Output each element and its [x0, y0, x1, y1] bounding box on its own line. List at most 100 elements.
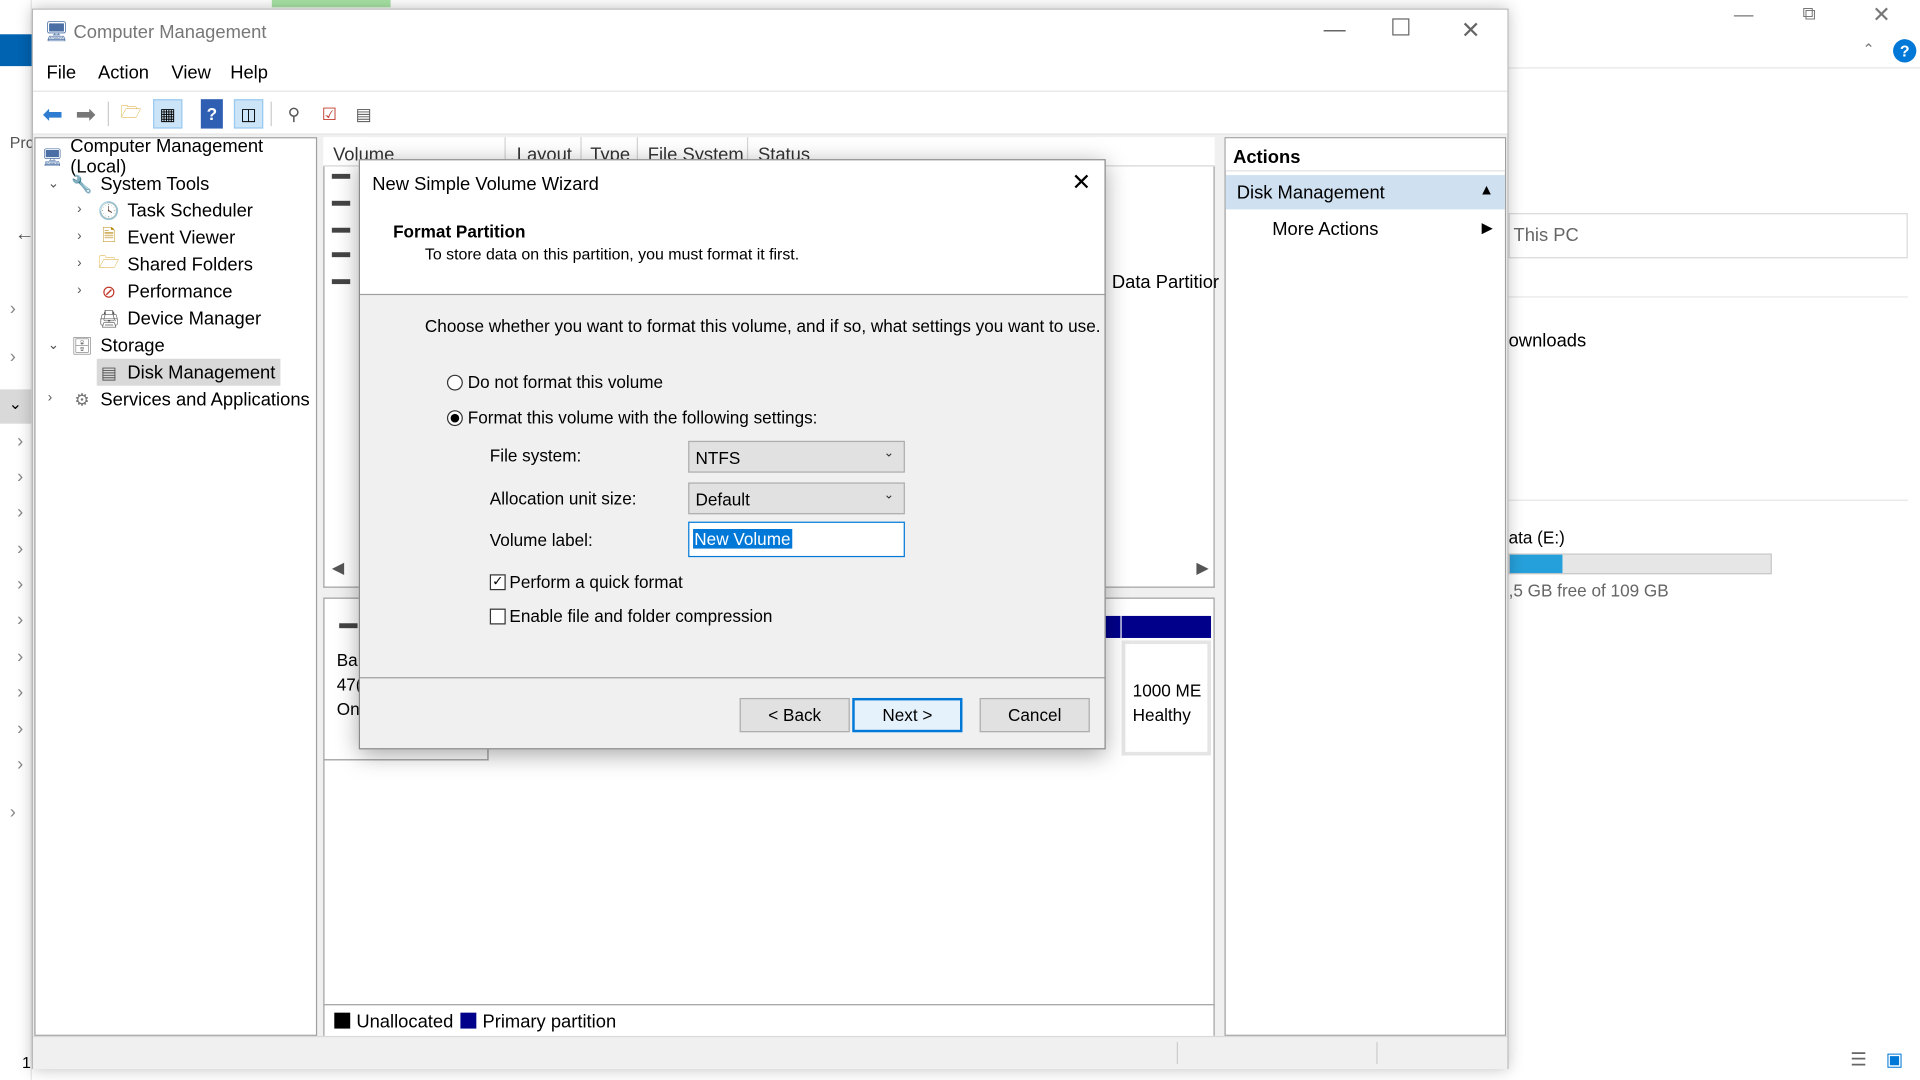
restore-icon[interactable]: ⧉	[1802, 4, 1815, 25]
volume-row-icon[interactable]	[331, 200, 351, 206]
status-divider	[1376, 1042, 1378, 1065]
radio-do-not-format-label[interactable]: Do not format this volume	[468, 372, 663, 392]
back-arrow-icon[interactable]: ⬅	[38, 99, 67, 128]
allocation-unit-select[interactable]: Default ⌄	[688, 482, 905, 515]
nav-chevron-icon[interactable]: ›	[17, 610, 23, 631]
chevron-down-icon[interactable]: ⌄	[48, 175, 59, 191]
nav-chevron-icon[interactable]: ›	[10, 347, 16, 368]
background-address-bar[interactable]: This PC	[1508, 213, 1908, 259]
scroll-left-icon[interactable]: ◀	[332, 558, 344, 578]
nav-chevron-icon[interactable]: ›	[17, 719, 23, 740]
file-system-select[interactable]: NTFS ⌄	[688, 440, 905, 473]
tree-item-label: Event Viewer	[127, 227, 236, 248]
tree-item-system-tools[interactable]: 🔧 System Tools	[70, 170, 209, 197]
menu-action[interactable]: Action	[98, 62, 149, 83]
details-view-icon[interactable]: ☰	[1850, 1048, 1866, 1070]
forward-arrow-icon[interactable]: ➡	[71, 99, 100, 128]
help-icon[interactable]: ?	[200, 99, 223, 129]
cancel-button[interactable]: Cancel	[979, 697, 1090, 733]
volume-label-input[interactable]: New Volume	[688, 521, 905, 558]
nav-chevron-icon[interactable]: ›	[17, 502, 23, 523]
next-button[interactable]: Next >	[852, 697, 963, 733]
partition-box[interactable]: 1000 ME Healthy	[1121, 640, 1212, 756]
chevron-up-icon[interactable]: ⌃	[1862, 40, 1874, 57]
chevron-right-icon[interactable]: ›	[48, 391, 52, 406]
drive-label[interactable]: ata (E:)	[1509, 528, 1565, 548]
disk-icon: ▤	[100, 361, 118, 382]
back-button[interactable]: < Back	[739, 697, 850, 733]
menu-help[interactable]: Help	[230, 62, 268, 83]
minimize-icon[interactable]: —	[1734, 5, 1754, 27]
compression-checkbox[interactable]	[489, 608, 506, 625]
tree-item-task-scheduler[interactable]: 🕓 Task Scheduler	[97, 197, 253, 224]
tree-item-label: Storage	[100, 334, 165, 356]
chevron-right-icon[interactable]: ›	[77, 256, 81, 271]
radio-do-not-format[interactable]	[446, 374, 463, 391]
tree-item-root[interactable]: 🖥 Computer Management (Local)	[40, 136, 316, 178]
drive-free-text: ,5 GB free of 109 GB	[1508, 580, 1669, 601]
drive-usage-fill	[1509, 554, 1562, 574]
tree-item-services[interactable]: ⚙ Services and Applications	[70, 386, 309, 413]
primary-partition-swatch	[460, 1012, 477, 1029]
maximize-icon[interactable]	[1392, 18, 1410, 36]
connect-drive-icon[interactable]: ⚲	[279, 99, 308, 128]
nav-chevron-icon[interactable]: ›	[17, 647, 23, 668]
up-folder-icon[interactable]: 🗁	[116, 99, 145, 128]
menu-file[interactable]: File	[47, 62, 77, 83]
tree-item-device-manager[interactable]: 🖨 Device Manager	[97, 305, 261, 332]
show-action-pane-icon[interactable]: ◫	[233, 99, 264, 129]
radio-format[interactable]	[446, 410, 463, 427]
tree-item-event-viewer[interactable]: 🗎 Event Viewer	[97, 224, 236, 251]
volume-row-icon[interactable]	[331, 252, 351, 258]
compression-label[interactable]: Enable file and folder compression	[509, 606, 772, 626]
radio-format-label[interactable]: Format this volume with the following se…	[468, 408, 818, 428]
computer-management-icon: 🖥	[44, 22, 69, 43]
quick-format-label[interactable]: Perform a quick format	[509, 572, 682, 592]
chevron-right-icon[interactable]: ›	[77, 283, 81, 298]
background-folder-label[interactable]: ownloads	[1509, 331, 1587, 352]
checklist-icon[interactable]: ☑	[315, 99, 344, 128]
menu-view[interactable]: View	[171, 62, 210, 83]
tiles-view-icon[interactable]: ▣	[1886, 1048, 1903, 1070]
actions-section-disk-management[interactable]: Disk Management ▲	[1225, 175, 1505, 210]
nav-chevron-icon[interactable]: ›	[17, 467, 23, 488]
background-partial-text: Prc	[9, 133, 34, 152]
toolbar-separator	[107, 101, 109, 127]
nav-selected-item[interactable]: ⌄	[0, 389, 32, 424]
chevron-down-icon: ⌄	[8, 394, 22, 413]
help-icon[interactable]: ?	[1893, 39, 1917, 63]
partition-header	[1121, 615, 1212, 638]
nav-chevron-icon[interactable]: ›	[17, 754, 23, 775]
file-system-label: File system:	[489, 445, 582, 466]
nav-chevron-icon[interactable]: ›	[17, 431, 23, 452]
close-icon[interactable]: ✕	[1071, 169, 1090, 197]
nav-chevron-icon[interactable]: ›	[17, 682, 23, 703]
chevron-right-icon[interactable]: ›	[77, 229, 81, 244]
volume-label-label: Volume label:	[489, 530, 593, 550]
volume-row-icon[interactable]	[331, 173, 351, 179]
toolbar: ⬅ ➡ 🗁 ▦ ? ◫ ⚲ ☑ ▤	[33, 90, 1508, 135]
properties-icon[interactable]: ▤	[349, 99, 378, 128]
quick-format-checkbox[interactable]: ✓	[489, 574, 506, 591]
close-icon[interactable]: ✕	[1872, 2, 1890, 28]
chevron-right-icon[interactable]: ›	[77, 202, 81, 217]
volume-row-icon[interactable]	[331, 227, 351, 233]
toolbar-separator	[270, 101, 272, 127]
close-icon[interactable]: ✕	[1461, 17, 1480, 45]
volume-row-icon[interactable]	[331, 279, 351, 285]
nav-chevron-icon[interactable]: ›	[10, 299, 16, 320]
tree-item-disk-management[interactable]: ▤ Disk Management	[96, 358, 281, 386]
chevron-down-icon[interactable]: ⌄	[48, 337, 59, 353]
tree-item-shared-folders[interactable]: 🗁 Shared Folders	[97, 251, 253, 278]
minimize-icon[interactable]: —	[1324, 17, 1346, 43]
show-hide-tree-icon[interactable]: ▦	[153, 99, 183, 129]
nav-chevron-icon[interactable]: ›	[17, 574, 23, 595]
nav-chevron-icon[interactable]: ›	[17, 539, 23, 560]
nav-chevron-icon[interactable]: ›	[10, 802, 16, 823]
title-bar[interactable]: 🖥 Computer Management — ✕	[33, 9, 1508, 57]
scroll-right-icon[interactable]: ▶	[1196, 558, 1208, 578]
actions-section-label: Disk Management	[1236, 182, 1385, 204]
tree-item-performance[interactable]: ⊘ Performance	[97, 278, 233, 305]
more-actions-item[interactable]: More Actions ▶	[1226, 212, 1505, 246]
tree-item-storage[interactable]: 🗄 Storage	[70, 332, 165, 359]
